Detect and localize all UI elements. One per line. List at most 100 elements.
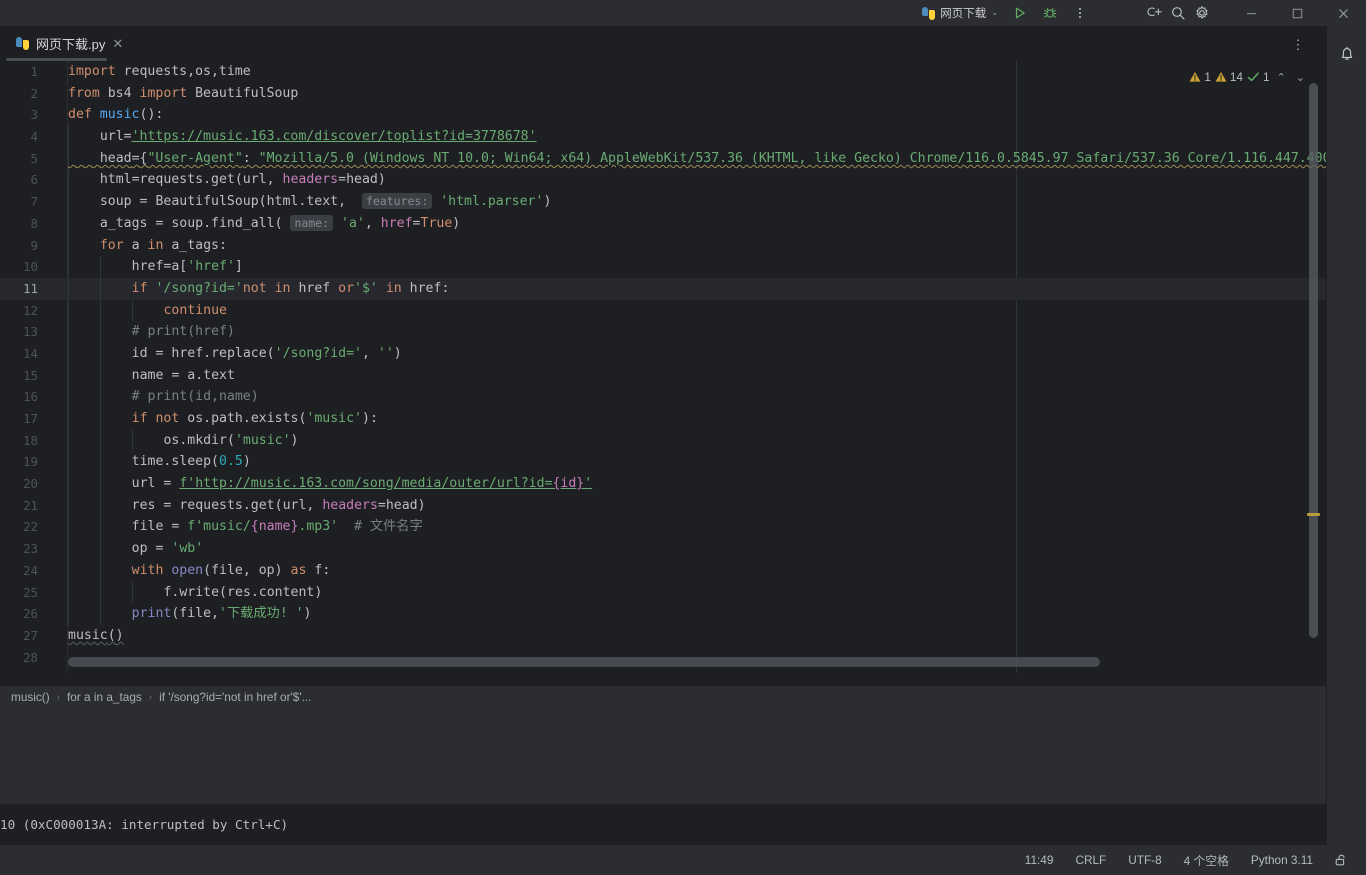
next-problem-button[interactable]: ⌄ <box>1293 71 1308 84</box>
search-icon[interactable] <box>1166 1 1190 25</box>
code-line-text: res = requests.get(url, headers=head) <box>131 497 426 513</box>
code-line-text: url = f'http://music.163.com/song/media/… <box>131 476 593 492</box>
close-icon[interactable]: ✕ <box>112 37 123 50</box>
close-button[interactable] <box>1320 0 1366 26</box>
line-number[interactable]: 3 <box>0 104 38 126</box>
maximize-button[interactable] <box>1274 0 1320 26</box>
line-number[interactable]: 4 <box>0 126 38 148</box>
breadcrumb-item-2[interactable]: if '/song?id='not in href or'$'... <box>159 690 311 704</box>
code-line[interactable]: 6 html=requests.get(url, headers=head) <box>0 169 1326 192</box>
run-console[interactable]: 10 (0xC000013A: interrupted by Ctrl+C) <box>0 804 1326 845</box>
editor-tab-active[interactable]: 网页下载.py ✕ <box>6 26 133 61</box>
debug-button[interactable] <box>1038 1 1062 25</box>
breadcrumb-separator: › <box>56 691 61 703</box>
line-number[interactable]: 7 <box>0 191 38 213</box>
breadcrumb-item-1[interactable]: for a in a_tags <box>67 690 142 704</box>
line-number[interactable]: 23 <box>0 538 38 560</box>
code-line-text: if '/song?id='not in href or'$' in href: <box>131 280 450 296</box>
run-button[interactable] <box>1008 1 1032 25</box>
file-encoding[interactable]: UTF-8 <box>1117 853 1172 867</box>
code-line[interactable]: 14 id = href.replace('/song?id=', '') <box>0 342 1326 365</box>
run-configuration-selector[interactable]: 网页下载 ⌄ <box>918 3 1002 23</box>
code-line[interactable]: 24 with open(file, op) as f: <box>0 559 1326 582</box>
code-line[interactable]: 23 op = 'wb' <box>0 538 1326 560</box>
line-separator[interactable]: CRLF <box>1064 853 1117 867</box>
line-number[interactable]: 13 <box>0 321 38 343</box>
code-line[interactable]: 26 print(file,'下载成功! ') <box>0 603 1326 625</box>
line-number[interactable]: 1 <box>0 61 38 83</box>
gear-icon[interactable] <box>1190 1 1214 25</box>
caret-position[interactable]: 11:49 <box>1014 853 1065 867</box>
line-number[interactable]: 18 <box>0 430 38 452</box>
code-line-text: import requests,os,time <box>68 64 251 79</box>
code-line-text: html=requests.get(url, headers=head) <box>99 172 386 188</box>
line-number[interactable]: 11 <box>0 278 38 300</box>
tab-more-button[interactable]: ⋮ <box>1288 34 1308 54</box>
code-line[interactable]: 9 for a in a_tags: <box>0 234 1326 257</box>
editor-vertical-scrollbar-thumb[interactable] <box>1309 83 1318 638</box>
line-number[interactable]: 19 <box>0 451 38 473</box>
prev-problem-button[interactable]: ⌃ <box>1274 71 1289 84</box>
line-number[interactable]: 6 <box>0 169 38 191</box>
code-line[interactable]: 2 from bs4 import BeautifulSoup <box>0 83 1326 105</box>
code-line[interactable]: 7 soup = BeautifulSoup(html.text, featur… <box>0 191 1326 213</box>
inspections-widget[interactable]: 1 14 1 ⌃ ⌄ <box>1189 66 1308 88</box>
line-number[interactable]: 15 <box>0 365 38 387</box>
code-line[interactable]: 1 import requests,os,time <box>0 61 1326 83</box>
line-number[interactable]: 28 <box>0 647 38 669</box>
line-number[interactable]: 26 <box>0 603 38 625</box>
code-line[interactable]: 12 continue <box>0 299 1326 322</box>
code-line[interactable]: 25 f.write(res.content) <box>0 581 1326 604</box>
more-actions-button[interactable] <box>1068 1 1092 25</box>
code-line[interactable]: 15 name = a.text <box>0 364 1326 387</box>
code-content[interactable]: 1 import requests,os,time 2 from bs4 import… <box>0 61 1326 673</box>
line-number[interactable]: 8 <box>0 213 38 235</box>
editor-horizontal-scrollbar[interactable] <box>68 657 1100 667</box>
code-line[interactable]: 11 if '/song?id='not in href or'$' in hr… <box>0 277 1326 300</box>
code-line[interactable]: 5 head={"User-Agent": "Mozilla/5.0 (Wind… <box>0 147 1326 170</box>
code-line-text: from bs4 import BeautifulSoup <box>68 85 299 101</box>
line-number[interactable]: 25 <box>0 582 38 604</box>
code-line[interactable]: 4 url='https://music.163.com/discover/to… <box>0 126 1326 148</box>
line-number[interactable]: 2 <box>0 83 38 105</box>
unlocked-icon[interactable] <box>1324 853 1354 867</box>
line-number[interactable]: 12 <box>0 300 38 322</box>
code-line[interactable]: 27 music() <box>0 625 1326 647</box>
line-number[interactable]: 27 <box>0 625 38 647</box>
code-line-text: continue <box>163 302 227 318</box>
bell-icon[interactable] <box>1335 42 1359 66</box>
indent-setting[interactable]: 4 个空格 <box>1173 852 1240 869</box>
line-number[interactable]: 9 <box>0 235 38 257</box>
breadcrumb-item-0[interactable]: music() <box>11 690 50 704</box>
warning-count-secondary[interactable]: 14 <box>1215 70 1243 84</box>
code-editor[interactable]: 1 import requests,os,time 2 from bs4 import… <box>0 61 1326 673</box>
code-line[interactable]: 8 a_tags = soup.find_all( name: 'a', hre… <box>0 212 1326 235</box>
code-line[interactable]: 21 res = requests.get(url, headers=head) <box>0 494 1326 517</box>
line-number[interactable]: 10 <box>0 256 38 278</box>
line-number[interactable]: 21 <box>0 495 38 517</box>
code-line[interactable]: 17 if not os.path.exists('music'): <box>0 408 1326 430</box>
inspection-passed[interactable]: 1 <box>1247 70 1270 84</box>
code-line-text: head={"User-Agent": "Mozilla/5.0 (Window… <box>99 150 1326 166</box>
line-number[interactable]: 5 <box>0 148 38 170</box>
run-configuration-name: 网页下载 <box>940 8 987 20</box>
code-line[interactable]: 19 time.sleep(0.5) <box>0 451 1326 474</box>
code-line[interactable]: 10 href=a['href'] <box>0 256 1326 278</box>
line-number[interactable]: 24 <box>0 560 38 582</box>
line-number[interactable]: 16 <box>0 386 38 408</box>
ai-add-icon[interactable] <box>1142 1 1166 25</box>
minimize-button[interactable] <box>1228 0 1274 26</box>
line-number[interactable]: 22 <box>0 516 38 538</box>
code-line[interactable]: 13 # print(href) <box>0 321 1326 343</box>
python-interpreter[interactable]: Python 3.11 <box>1240 853 1324 867</box>
line-number[interactable]: 14 <box>0 343 38 365</box>
code-line[interactable]: 20 url = f'http://music.163.com/song/med… <box>0 473 1326 495</box>
code-line[interactable]: 18 os.mkdir('music') <box>0 429 1326 452</box>
code-line[interactable]: 22 file = f'music/{name}.mp3' # 文件名字 <box>0 516 1326 539</box>
line-number[interactable]: 17 <box>0 408 38 430</box>
code-line[interactable]: 3 def music(): <box>0 104 1326 126</box>
code-line[interactable]: 16 # print(id,name) <box>0 386 1326 408</box>
warning-count-primary[interactable]: 1 <box>1189 70 1211 84</box>
scrollbar-warning-marker[interactable] <box>1307 513 1320 516</box>
line-number[interactable]: 20 <box>0 473 38 495</box>
